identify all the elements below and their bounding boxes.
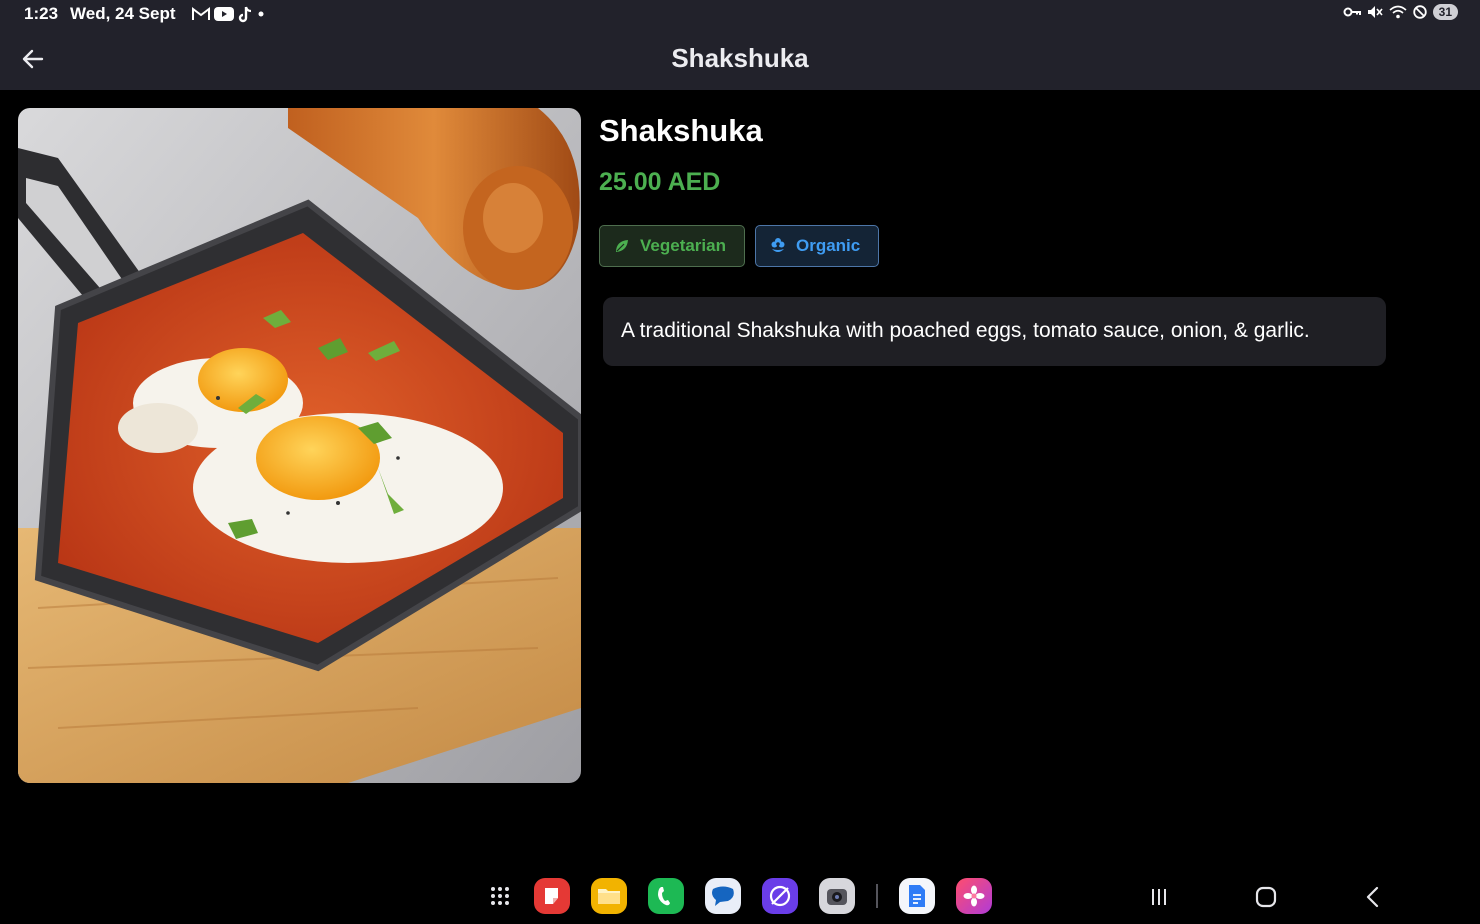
- description-card: A traditional Shakshuka with poached egg…: [603, 297, 1386, 366]
- files-app-button[interactable]: [591, 878, 627, 914]
- gallery-app-icon: [963, 885, 985, 907]
- dish-description: A traditional Shakshuka with poached egg…: [621, 319, 1310, 342]
- tag-organic-label: Organic: [796, 236, 861, 255]
- status-left: 1:23 Wed, 24 Sept: [24, 4, 266, 24]
- gmail-icon: [191, 7, 210, 20]
- status-time: 1:23: [24, 4, 59, 23]
- dish-tags: Vegetarian Organic: [599, 225, 880, 267]
- browser-app-icon: [769, 885, 791, 907]
- dock-separator: [876, 884, 878, 908]
- messages-app-button[interactable]: [705, 878, 741, 914]
- back-icon: [1366, 886, 1379, 908]
- status-bar: 1:23 Wed, 24 Sept 31: [0, 0, 1480, 28]
- wifi-icon: [1389, 5, 1407, 19]
- recents-icon: [1152, 889, 1166, 905]
- app-drawer-button[interactable]: [487, 878, 513, 914]
- phone-app-button[interactable]: [648, 878, 684, 914]
- home-button[interactable]: [1251, 882, 1281, 912]
- vpn-key-icon: [1343, 7, 1361, 17]
- notes-app-button[interactable]: [534, 878, 570, 914]
- docs-app-button[interactable]: [899, 878, 935, 914]
- leaf-icon: [616, 240, 628, 252]
- dish-price: 25.00 AED: [599, 168, 721, 196]
- files-app-icon: [598, 889, 620, 904]
- status-date: Wed, 24 Sept: [70, 4, 176, 23]
- tiktok-icon: [238, 6, 251, 22]
- tag-vegetarian-label: Vegetarian: [640, 236, 726, 255]
- camera-app-icon: [827, 889, 847, 905]
- app-dock: [487, 878, 992, 914]
- camera-app-button[interactable]: [819, 878, 855, 914]
- page-title: Shakshuka: [671, 43, 809, 73]
- dish-photo-illustration: [18, 108, 581, 783]
- notification-icons: [191, 6, 266, 23]
- flower-icon: [771, 238, 785, 252]
- app-bar: Shakshuka: [0, 28, 1480, 90]
- messages-app-icon: [712, 886, 734, 906]
- docs-app-icon: [909, 885, 925, 907]
- phone-app-icon: [658, 887, 670, 906]
- gallery-app-button[interactable]: [956, 878, 992, 914]
- browser-app-button[interactable]: [762, 878, 798, 914]
- home-icon: [1255, 886, 1277, 908]
- app-drawer-icon: [491, 887, 509, 905]
- dnd-icon: [1412, 5, 1427, 19]
- recents-button[interactable]: [1144, 882, 1174, 912]
- status-right: 31: [1343, 4, 1458, 20]
- notes-app-icon: [545, 888, 558, 904]
- dish-image: [18, 108, 581, 783]
- youtube-icon: [213, 7, 234, 21]
- more-dot-icon: [258, 11, 264, 17]
- mute-icon: [1367, 6, 1383, 18]
- tag-vegetarian[interactable]: Vegetarian: [599, 225, 745, 267]
- system-back-button[interactable]: [1358, 882, 1388, 912]
- tag-organic[interactable]: Organic: [755, 225, 880, 267]
- battery-indicator: 31: [1432, 4, 1458, 20]
- dish-name: Shakshuka: [599, 113, 763, 148]
